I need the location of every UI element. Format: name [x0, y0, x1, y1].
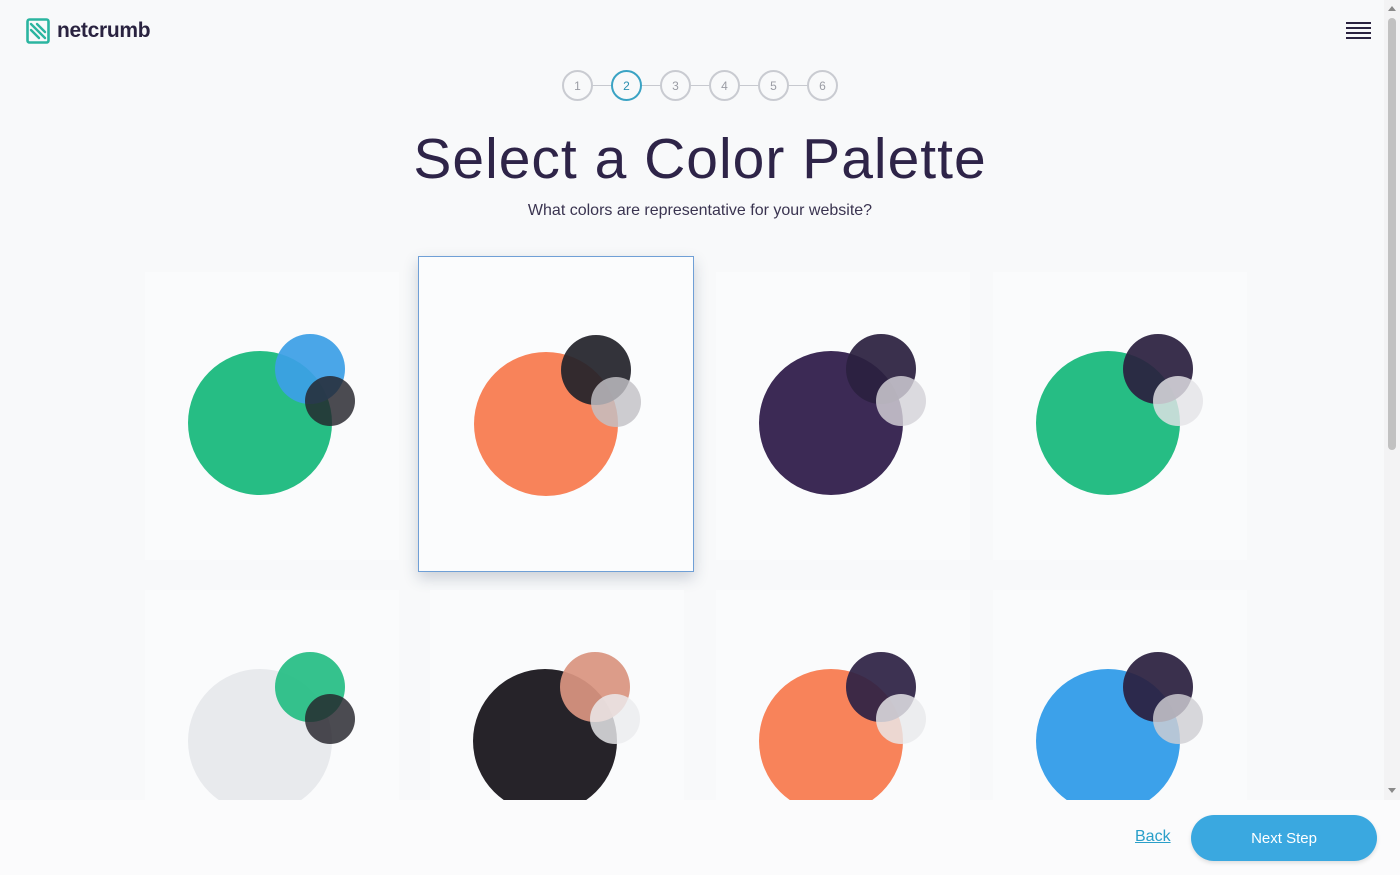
scroll-down-arrow-icon[interactable] [1388, 788, 1396, 793]
back-link[interactable]: Back [1135, 828, 1171, 846]
step-2[interactable]: 2 [611, 70, 642, 101]
hamburger-menu-icon[interactable] [1346, 22, 1371, 40]
palette-accent-swatch [1153, 376, 1203, 426]
next-step-button[interactable]: Next Step [1191, 815, 1377, 861]
palette-option-4[interactable] [993, 272, 1247, 560]
footer-bar [0, 800, 1400, 875]
step-3[interactable]: 3 [660, 70, 691, 101]
palette-option-7[interactable] [716, 590, 970, 800]
logo[interactable]: netcrumb [26, 18, 151, 44]
step-indicator: 1 2 3 4 5 6 [562, 70, 838, 101]
palette-option-3[interactable] [716, 272, 970, 560]
netcrumb-logo-icon [26, 18, 50, 44]
vertical-scrollbar[interactable] [1384, 0, 1400, 800]
palette-option-2[interactable] [418, 256, 694, 572]
palette-accent-swatch [1153, 694, 1203, 744]
page-subtitle: What colors are representative for your … [527, 202, 873, 219]
palette-accent-swatch [876, 694, 926, 744]
scrollbar-thumb[interactable] [1388, 18, 1396, 450]
step-1[interactable]: 1 [562, 70, 593, 101]
palette-option-8[interactable] [993, 590, 1247, 800]
page-title: Select a Color Palette [413, 127, 987, 191]
palette-option-6[interactable] [430, 590, 684, 800]
brand-name: netcrumb [57, 19, 151, 42]
palette-accent-swatch [305, 376, 355, 426]
step-6[interactable]: 6 [807, 70, 838, 101]
palette-accent-swatch [876, 376, 926, 426]
palette-option-5[interactable] [145, 590, 399, 800]
palette-accent-swatch [305, 694, 355, 744]
step-5[interactable]: 5 [758, 70, 789, 101]
palette-accent-swatch [590, 694, 640, 744]
palette-option-1[interactable] [145, 272, 399, 560]
step-4[interactable]: 4 [709, 70, 740, 101]
palette-accent-swatch [591, 377, 641, 427]
scroll-up-arrow-icon[interactable] [1388, 6, 1396, 11]
